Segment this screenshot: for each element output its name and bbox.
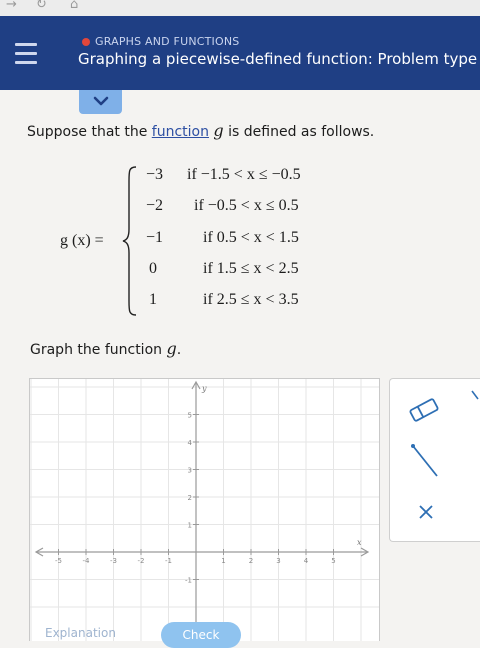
case-value: −3 [145,166,163,183]
home-icon[interactable]: ⌂ [70,0,78,12]
case-value: −2 [145,197,163,214]
case-condition: if −0.5 < x ≤ 0.5 [194,197,299,214]
x-tick-label: 3 [276,557,280,565]
graph-prompt: Graph the function g. [30,339,182,358]
function-label: g (x) = [60,232,104,249]
x-tick-label: 1 [221,557,225,565]
x-tick-label: -4 [83,557,91,565]
graph-prompt-text: Graph the function [30,342,163,358]
app-header: GRAPHS AND FUNCTIONS Graphing a piecewis… [0,16,480,90]
x-tick-label: -1 [165,557,172,565]
menu-icon-bar [15,42,37,46]
y-tick-label: 3 [188,467,192,475]
page-title: Graphing a piecewise-defined function: P… [78,50,478,68]
topic-status-dot-icon [82,37,90,46]
clear-x-icon[interactable] [418,504,434,520]
case-value: −1 [145,229,163,246]
topic-breadcrumb: GRAPHS AND FUNCTIONS [82,35,239,48]
case-value: 0 [149,260,157,277]
x-tick-label: -5 [55,557,62,565]
x-tick-label: -2 [138,557,145,565]
eraser-icon[interactable] [406,397,442,423]
x-tick-label: -3 [110,557,117,565]
chevron-down-icon [93,96,109,106]
function-variable: g [213,121,224,140]
intro-text: Suppose that the [27,124,148,140]
case-condition: if 0.5 < x < 1.5 [203,229,299,246]
reload-icon[interactable]: ↻ [36,0,47,12]
case-value: 1 [149,291,157,308]
check-button[interactable]: Check [161,622,241,648]
y-tick-label: 2 [188,494,192,502]
x-tick-label: 5 [331,557,335,565]
line-segment-icon[interactable] [408,441,442,481]
menu-icon-bar [15,60,37,64]
case-condition: if −1.5 < x ≤ −0.5 [187,166,301,183]
expand-header-button[interactable] [79,90,122,114]
x-tick-label: 4 [304,557,309,565]
menu-icon-bar [15,51,37,55]
y-tick-label: -1 [185,577,192,585]
explanation-button[interactable]: Explanation [45,626,116,640]
graph-canvas[interactable]: x y -5 -4 -3 -2 -1 1 2 3 4 5 5 4 3 2 1 -1 [29,378,380,641]
x-tick-label: 2 [249,557,253,565]
menu-button[interactable] [0,16,52,90]
graph-tool-panel [389,378,480,542]
topic-label: GRAPHS AND FUNCTIONS [95,35,240,48]
problem-intro: Suppose that the function g is defined a… [27,121,374,140]
y-tick-label: 4 [188,439,193,447]
forward-arrow-icon[interactable]: → [6,0,17,12]
y-tick-label: 1 [188,522,192,530]
case-condition: if 2.5 ≤ x < 3.5 [203,291,299,308]
coordinate-plane[interactable]: x y -5 -4 -3 -2 -1 1 2 3 4 5 5 4 3 2 1 -1 [30,379,379,641]
tool-handle-icon [471,390,479,400]
browser-toolbar: → ↻ ⌂ [0,0,480,17]
x-axis-label: x [357,538,362,547]
case-condition: if 1.5 ≤ x < 2.5 [203,260,299,277]
graph-prompt-variable: g [166,339,177,358]
y-axis-label: y [201,384,207,393]
y-tick-label: 5 [188,412,192,420]
function-link[interactable]: function [152,124,209,140]
intro-text-end: is defined as follows. [228,124,375,140]
